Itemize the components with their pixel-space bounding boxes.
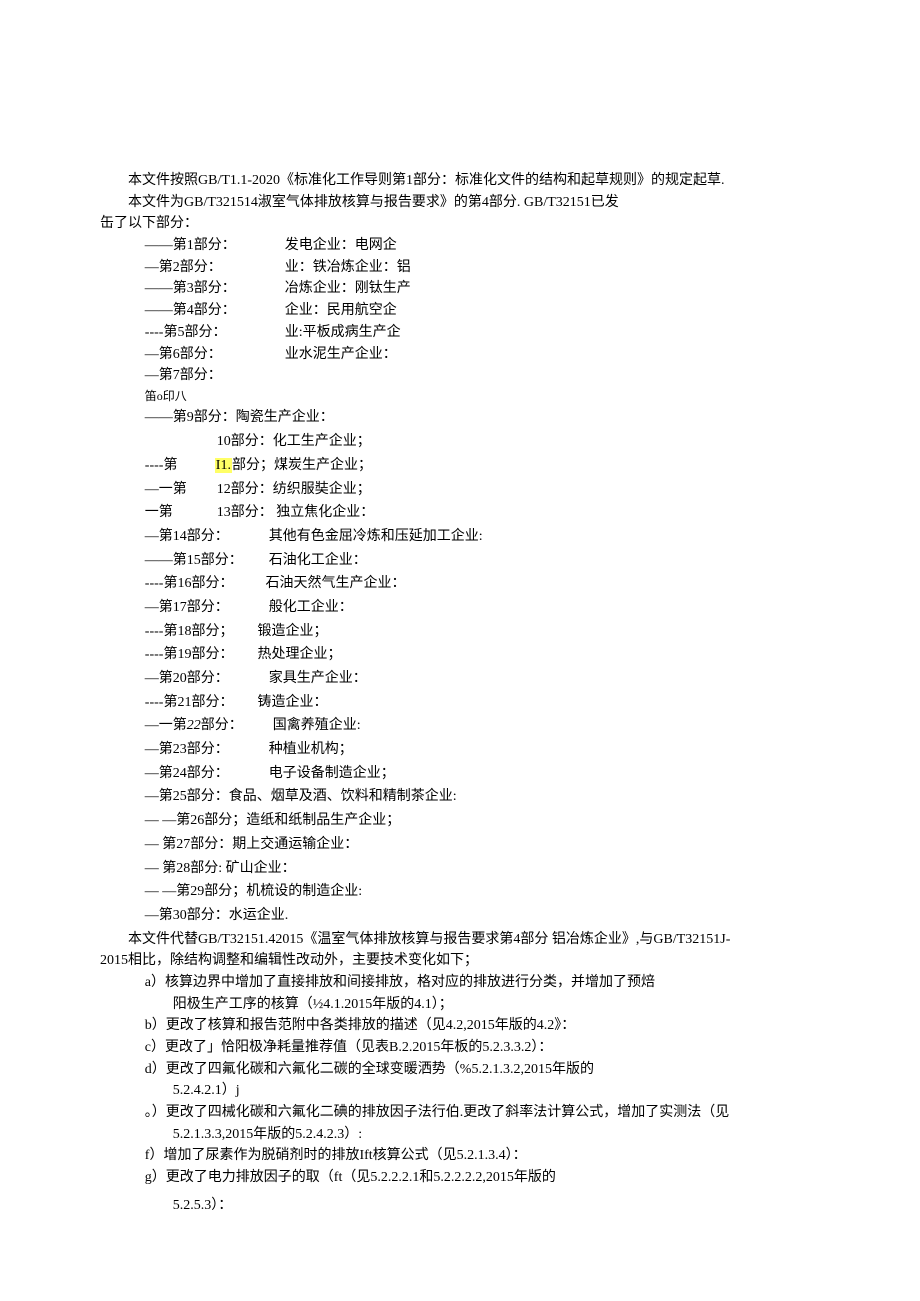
change-c: c）更改了」恰阳极净耗量推荐值（见表B.2.2015年板的5.2.3.3.2）： (145, 1037, 820, 1059)
document-page: 本文件按照GB/T1.1-2020《标准化工作导则第1部分：标准化文件的结构和起… (0, 0, 920, 1277)
part-2-label: —第2部分： (145, 257, 285, 279)
part-16: ----第16部分：石油天然气生产企业： (145, 573, 820, 595)
part-3-label: ——第3部分： (145, 278, 285, 300)
part-26: — —第26部分；造纸和纸制品生产企业； (145, 810, 820, 832)
change-b: b）更改了核算和报告范附中各类排放的描述（见4.2,2015年版的4.2》： (145, 1015, 820, 1037)
part-20: —第20部分：家具生产企业： (145, 668, 820, 690)
parts-block-c: —第14部分：其他有色金屈冷炼和压延加工企业: ——第15部分：石油化工企业： … (100, 526, 820, 785)
parts-col-text: 发电企业：电网企 业：铁冶炼企业：铝 冶炼企业：刚钛生产 企业：民用航空企 业:… (285, 235, 820, 405)
part-13: 一第13部分： 独立焦化企业： (145, 502, 820, 524)
change-a-sub: 阳极生产工序的核算（½4.1.2015年版的4.1）； (173, 994, 820, 1016)
parts-a-text-3: 冶炼企业：刚钛生产 (285, 278, 820, 300)
replace-paragraph-1: 本文件代替GB/T32151.42015《温室气体排放核算与报告要求第4部分 铝… (100, 929, 820, 951)
part-6-label: —第6部分： (145, 344, 285, 366)
part-25: —第25部分：食品、烟草及酒、饮料和精制茶企业: (145, 786, 820, 808)
part-27: — 第27部分：期上交通运输企业： (145, 834, 820, 856)
change-d: d）更改了四氟化碳和六氟化二碳的全球变暖洒势（%5.2.1.3.2,2015年版… (145, 1059, 820, 1081)
parts-block-d: —第25部分：食品、烟草及酒、饮料和精制茶企业: — —第26部分；造纸和纸制品… (100, 786, 820, 926)
part-5-label: ----第5部分： (145, 322, 285, 344)
part-12: —一第12部分：纺织服奘企业； (145, 479, 820, 501)
parts-block-b: 10部分：化工生产企业； ----第I1.部分；煤炭生产企业； —一第12部分：… (100, 431, 820, 524)
part-29: — —第29部分；机梳设的制造企业: (145, 881, 820, 903)
part-28: — 第28部分: 矿山企业： (145, 858, 820, 880)
parts-a-text-6: 业水泥生产企业： (285, 344, 820, 366)
change-e-sub: 5.2.1.3.3,2015年版的5.2.4.2.3）: (173, 1124, 820, 1146)
part-21: ----第21部分：铸造企业： (145, 692, 820, 714)
part-14: —第14部分：其他有色金屈冷炼和压延加工企业: (145, 526, 820, 548)
parts-a-text-1: 发电企业：电网企 (285, 235, 820, 257)
change-d-sub: 5.2.4.2.1）j (173, 1080, 820, 1102)
part-8-label: 笛o印八 (145, 387, 285, 406)
change-e: 。）更改了四械化碳和六氟化二碘的排放因子法行伯.更改了斜率法计算公式，增加了实测… (145, 1102, 820, 1124)
part-24: —第24部分：电子设备制造企业； (145, 763, 820, 785)
part-11: ----第I1.部分；煤炭生产企业； (145, 455, 820, 477)
part-19: ----第19部分：热处理企业； (145, 644, 820, 666)
part-18: ----第18部分；锻造企业； (145, 621, 820, 643)
changes-list: a）核算边界中增加了直接排放和间接排放，格对应的排放进行分类，并增加了预焙 阳极… (100, 972, 820, 1217)
part-4-label: ——第4部分： (145, 300, 285, 322)
part-17: —第17部分：般化工企业： (145, 597, 820, 619)
change-a: a）核算边界中增加了直接排放和间接排放，格对应的排放进行分类，并增加了预焙 (145, 972, 820, 994)
change-f: f）增加了尿素作为脱硝剂时的排放Ift核算公式（见5.2.1.3.4）： (145, 1145, 820, 1167)
part-30: —第30部分：水运企业. (145, 905, 820, 927)
parts-block-a: ——第1部分： —第2部分： ——第3部分： ——第4部分： ----第5部分：… (145, 235, 820, 405)
replace-paragraph-2: 2015相比，除结构调整和编辑性改动外，主要技术变化如下； (100, 950, 820, 972)
part-10: 10部分：化工生产企业； (145, 431, 820, 453)
intro-paragraph-2b: 缶了以下部分： (100, 213, 820, 235)
parts-a-text-4: 企业：民用航空企 (285, 300, 820, 322)
change-g: g）更改了电力排放因子的取（ft（见5.2.2.2.1和5.2.2.2.2,20… (145, 1167, 820, 1189)
highlight-text: I1. (215, 458, 232, 473)
parts-a-text-2: 业：铁冶炼企业：铝 (285, 257, 820, 279)
part-15: ——第15部分：石油化工企业： (145, 550, 820, 572)
part-9: ——第9部分：陶瓷生产企业： (145, 407, 820, 429)
change-g-sub: 5.2.5.3）： (173, 1195, 820, 1217)
parts-a-text-5: 业:平板成病生产企 (285, 322, 820, 344)
part-22: —一第22部分：国禽养殖企业: (145, 715, 820, 737)
part-1-label: ——第1部分： (145, 235, 285, 257)
intro-paragraph-2a: 本文件为GB/T321514淑室气体排放核算与报告要求》的第4部分. GB/T3… (100, 192, 820, 214)
part-23: —第23部分：种植业机构； (145, 739, 820, 761)
part-7-label: —第7部分： (145, 365, 285, 387)
parts-col-labels: ——第1部分： —第2部分： ——第3部分： ——第4部分： ----第5部分：… (145, 235, 285, 405)
intro-paragraph-1: 本文件按照GB/T1.1-2020《标准化工作导则第1部分：标准化文件的结构和起… (100, 170, 820, 192)
